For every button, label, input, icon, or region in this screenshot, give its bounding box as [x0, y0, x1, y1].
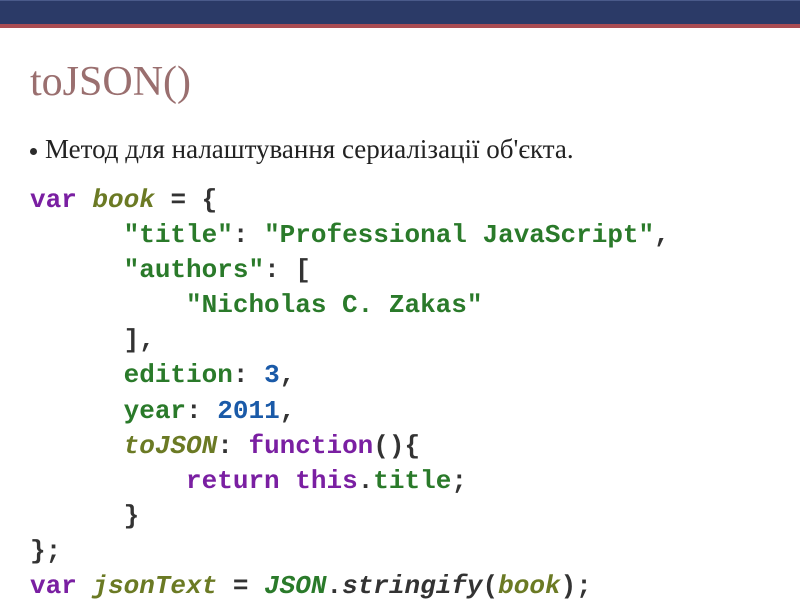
num-edition: 3 [264, 360, 280, 390]
bullet-line: Метод для налаштування сериалізації об'є… [30, 134, 770, 165]
arg-book: book [498, 571, 560, 601]
obj-close: }; [30, 536, 61, 566]
prop-edition: edition [124, 360, 233, 390]
prop-authors: "authors" [124, 255, 264, 285]
punct: = { [155, 185, 217, 215]
brace-close: } [124, 501, 140, 531]
type-json: JSON [264, 571, 326, 601]
num-year: 2011 [217, 396, 279, 426]
bullet-text: Метод для налаштування сериалізації об'є… [45, 134, 574, 165]
colon: : [186, 396, 202, 426]
comma: , [280, 360, 296, 390]
semicolon: ; [451, 466, 467, 496]
bullet-icon [30, 148, 37, 155]
str-author: "Nicholas C. Zakas" [186, 290, 482, 320]
method-stringify: stringify [342, 571, 482, 601]
colon: : [264, 255, 280, 285]
str-title: "Professional JavaScript" [264, 220, 654, 250]
keyword-this: this [295, 466, 357, 496]
paren-open: ( [483, 571, 499, 601]
bracket-open: [ [295, 255, 311, 285]
keyword-function: function [248, 431, 373, 461]
comma: , [280, 396, 296, 426]
prop-title2: title [373, 466, 451, 496]
prop-tojson: toJSON [124, 431, 218, 461]
bracket-close: ] [124, 325, 140, 355]
var-jsontext: jsonText [92, 571, 217, 601]
prop-year: year [124, 396, 186, 426]
slide-content: toJSON() Метод для налаштування сериаліз… [0, 28, 800, 614]
colon: : [233, 220, 249, 250]
end: ); [561, 571, 592, 601]
colon: : [233, 360, 249, 390]
code-block: var book = { "title": "Professional Java… [30, 183, 770, 604]
comma: , [654, 220, 670, 250]
dot2: . [326, 571, 342, 601]
fn-paren: (){ [373, 431, 420, 461]
comma: , [139, 325, 155, 355]
eq2: = [217, 571, 264, 601]
keyword-var2: var [30, 571, 77, 601]
header-inner [0, 0, 800, 21]
dot: . [358, 466, 374, 496]
slide-heading: toJSON() [30, 58, 770, 106]
var-book: book [92, 185, 154, 215]
prop-title: "title" [124, 220, 233, 250]
keyword-var: var [30, 185, 77, 215]
slide-header-bar [0, 0, 800, 28]
keyword-return: return [186, 466, 280, 496]
colon: : [217, 431, 233, 461]
